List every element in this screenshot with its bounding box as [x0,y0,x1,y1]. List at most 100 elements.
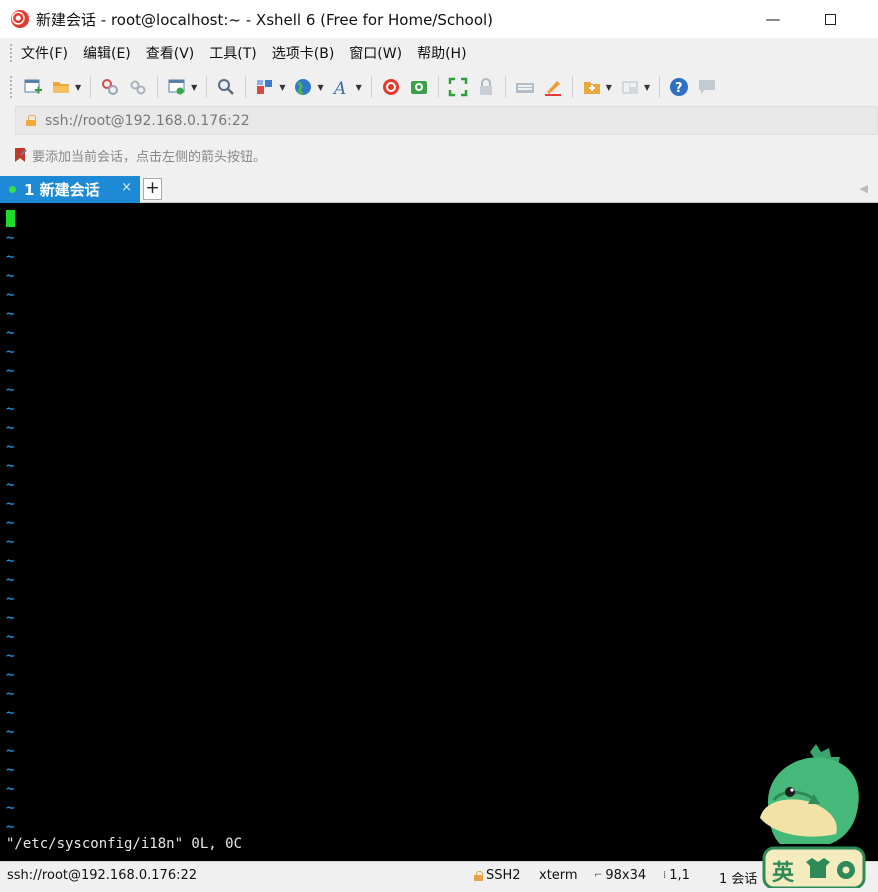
toolbar-divider [157,76,159,98]
tab-session-1[interactable]: 1 新建会话 × [0,176,140,203]
toolbar-divider [245,76,247,98]
toolbar-divider [504,76,506,98]
chevron-down-icon[interactable]: ▼ [606,83,612,92]
transfer-icon[interactable] [254,76,276,98]
toolbar-grip [10,76,13,98]
vim-empty-line-tilde: ~ [6,306,15,322]
terminal[interactable]: "/etc/sysconfig/i18n" 0L, 0C ~ ~ ~ ~ ~ ~ ~ ~ ~ ~ ~… [0,203,878,861]
keyboard-icon[interactable] [514,76,536,98]
address-text: ssh://root@192.168.0.176:22 [45,112,250,129]
address-bar[interactable]: ssh://root@192.168.0.176:22 [15,106,878,135]
status-size-text: 98x34 [605,868,647,883]
tab-label: 1 新建会话 [24,181,100,199]
toolbar-divider [437,76,439,98]
vim-empty-line-tilde: ~ [6,591,15,607]
reconnect-icon[interactable] [99,76,121,98]
vim-empty-line-tilde: ~ [6,572,15,588]
menu-window[interactable]: 窗口(W) [349,43,402,63]
cursor-position-icon: ⁞ [663,870,667,881]
vim-empty-line-tilde: ~ [6,401,15,417]
connection-status-icon [9,186,16,193]
toolbar-divider [659,76,661,98]
lock-icon [26,115,36,126]
vim-empty-line-tilde: ~ [6,743,15,759]
close-tab-icon[interactable]: × [121,180,132,195]
xftp-icon[interactable] [408,76,430,98]
mascot-overlay[interactable]: 英 [750,740,878,890]
resize-icon: ⌐ [594,870,603,881]
menu-tools[interactable]: 工具(T) [209,43,256,63]
minimize-button[interactable]: — [745,0,801,38]
title-bar: 新建会话 - root@localhost:~ - Xshell 6 (Free… [0,0,878,38]
menu-view[interactable]: 查看(V) [146,43,195,63]
globe-icon[interactable] [292,76,314,98]
toolbar-divider [571,76,573,98]
menu-help[interactable]: 帮助(H) [417,43,466,63]
status-cursor: ⁞ 1,1 [663,868,690,883]
bookmark-arrow-icon[interactable] [12,147,28,163]
vim-empty-line-tilde: ~ [6,648,15,664]
vim-empty-line-tilde: ~ [6,819,15,835]
xshell-logo-icon[interactable] [380,76,402,98]
session-hint-bar: 要添加当前会话，点击左侧的箭头按钮。 [0,140,878,170]
chevron-down-icon[interactable]: ▼ [75,83,81,92]
properties-icon[interactable] [166,76,188,98]
vim-empty-line-tilde: ~ [6,230,15,246]
vim-empty-line-tilde: ~ [6,477,15,493]
open-folder-icon[interactable] [50,76,72,98]
fullscreen-icon[interactable] [447,76,469,98]
menu-tabs[interactable]: 选项卡(B) [272,43,335,63]
vim-empty-line-tilde: ~ [6,382,15,398]
vim-empty-line-tilde: ~ [6,268,15,284]
disconnect-icon[interactable] [127,76,149,98]
vim-empty-line-tilde: ~ [6,686,15,702]
tab-bar: 1 新建会话 × + ◀ [0,176,878,203]
chevron-down-icon[interactable]: ▼ [191,83,197,92]
vim-empty-line-tilde: ~ [6,800,15,816]
vim-empty-line-tilde: ~ [6,439,15,455]
chevron-down-icon[interactable]: ▼ [317,83,323,92]
lock-icon [474,870,483,881]
find-icon[interactable] [215,76,237,98]
svg-text:?: ? [675,81,683,96]
tab-scroll-left-icon[interactable]: ◀ [860,182,868,195]
status-cursor-text: 1,1 [669,868,690,883]
chat-icon[interactable] [696,76,718,98]
xshell-logo-icon [11,10,29,28]
vim-empty-line-tilde: ~ [6,496,15,512]
chevron-down-icon[interactable]: ▼ [356,83,362,92]
vim-empty-line-tilde: ~ [6,325,15,341]
status-terminal-type: xterm [539,868,578,883]
menu-file[interactable]: 文件(F) [21,43,68,63]
add-tab-button[interactable]: + [143,178,162,200]
layout-icon[interactable] [619,76,641,98]
compose-folder-icon[interactable] [581,76,603,98]
highlight-icon[interactable] [542,76,564,98]
vim-empty-line-tilde: ~ [6,629,15,645]
lock-icon[interactable] [475,76,497,98]
vim-empty-line-tilde: ~ [6,363,15,379]
svg-text:A: A [332,79,346,97]
chevron-down-icon[interactable]: ▼ [644,83,650,92]
vim-empty-line-tilde: ~ [6,249,15,265]
menu-edit[interactable]: 编辑(E) [83,43,131,63]
toolbar-divider [206,76,208,98]
help-icon[interactable]: ? [668,76,690,98]
toolbar-divider [90,76,92,98]
status-connection: ssh://root@192.168.0.176:22 [7,868,198,883]
window-title: 新建会话 - root@localhost:~ - Xshell 6 (Free… [36,10,494,29]
menu-bar: 文件(F) 编辑(E) 查看(V) 工具(T) 选项卡(B) 窗口(W) 帮助(… [0,38,878,68]
vim-empty-line-tilde: ~ [6,420,15,436]
maximize-button[interactable] [802,0,858,38]
terminal-cursor [6,210,15,227]
chevron-down-icon[interactable]: ▼ [279,83,285,92]
new-session-icon[interactable] [22,76,44,98]
toolbar: ▼ ▼ ▼ ▼ A ▼ ▼ ▼ ? [0,70,878,104]
toolbar-divider [370,76,372,98]
vim-empty-line-tilde: ~ [6,762,15,778]
font-icon[interactable]: A [331,76,353,98]
vim-empty-line-tilde: ~ [6,515,15,531]
vim-empty-line-tilde: ~ [6,534,15,550]
vim-empty-line-tilde: ~ [6,705,15,721]
maximize-icon [824,13,836,25]
